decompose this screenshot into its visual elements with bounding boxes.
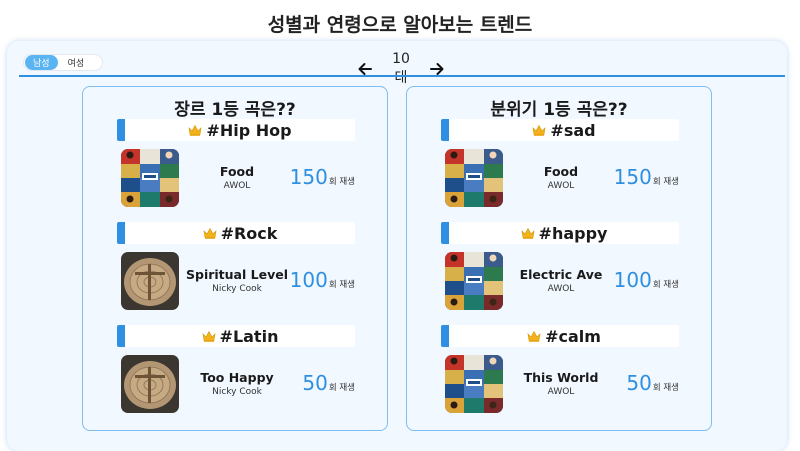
- song-title: This World: [523, 370, 599, 385]
- play-count: 100 회 재생: [290, 268, 355, 292]
- play-count-unit: 회 재생: [652, 177, 679, 187]
- play-count: 50 회 재생: [302, 371, 355, 395]
- crown-icon: [188, 124, 202, 136]
- gender-option-female[interactable]: 여성: [60, 55, 93, 70]
- crown-icon: [521, 227, 535, 239]
- play-count: 150 회 재생: [290, 165, 355, 189]
- genre-top-card: 장르 1등 곡은?? #Hip Hop Food AWOL 150 회 재생 #…: [82, 86, 388, 431]
- divider: [19, 75, 785, 77]
- album-cover: [121, 149, 179, 207]
- tag-label: #happy: [538, 223, 608, 243]
- song-title: Spiritual Level: [186, 267, 288, 282]
- tag-label: #Latin: [219, 326, 279, 346]
- song-title: Food: [219, 164, 255, 179]
- tag-bar: #Hip Hop: [117, 119, 355, 141]
- play-count-unit: 회 재생: [328, 383, 355, 393]
- tag-bar: #calm: [441, 325, 679, 347]
- song-artist: AWOL: [547, 181, 575, 191]
- play-count-unit: 회 재생: [652, 280, 679, 290]
- song-artist: AWOL: [547, 387, 575, 397]
- play-count-number: 50: [626, 371, 652, 395]
- play-count: 150 회 재생: [614, 165, 679, 189]
- song-artist: Nicky Cook: [212, 387, 262, 397]
- tag-label: #Hip Hop: [206, 120, 292, 140]
- age-label: 10대: [392, 51, 410, 86]
- song-title: Too Happy: [200, 370, 274, 385]
- tag-bar: #sad: [441, 119, 679, 141]
- album-cover: [445, 252, 503, 310]
- gender-option-male[interactable]: 남성: [25, 55, 58, 70]
- tag-bar: #Latin: [117, 325, 355, 347]
- song-title: Electric Ave: [519, 267, 603, 282]
- card-title: 장르 1등 곡은??: [174, 100, 296, 120]
- gender-toggle: 남성 여성: [23, 54, 104, 71]
- play-count: 100 회 재생: [614, 268, 679, 292]
- tag-label: #sad: [550, 120, 596, 140]
- album-cover: [121, 252, 179, 310]
- crown-icon: [202, 330, 216, 342]
- song-artist: AWOL: [223, 181, 251, 191]
- play-count-unit: 회 재생: [328, 177, 355, 187]
- tag-label: #calm: [545, 326, 601, 346]
- play-count: 50 회 재생: [626, 371, 679, 395]
- crown-icon: [203, 227, 217, 239]
- tag-bar: #Rock: [117, 222, 355, 244]
- play-count-unit: 회 재생: [652, 383, 679, 393]
- trend-panel: 남성 여성 10대 장르 1등 곡은?? #Hip Hop Food AWOL …: [7, 41, 787, 451]
- album-cover: [445, 149, 503, 207]
- song-artist: Nicky Cook: [212, 284, 262, 294]
- play-count-number: 150: [613, 165, 652, 189]
- play-count-number: 100: [289, 268, 328, 292]
- album-cover: [121, 355, 179, 413]
- song-title: Food: [543, 164, 579, 179]
- page-title: 성별과 연령으로 알아보는 트렌드: [267, 14, 533, 36]
- play-count-number: 150: [289, 165, 328, 189]
- album-cover: [445, 355, 503, 413]
- play-count-number: 100: [613, 268, 652, 292]
- tag-label: #Rock: [220, 223, 278, 243]
- card-title: 분위기 1등 곡은??: [490, 100, 628, 120]
- song-artist: AWOL: [547, 284, 575, 294]
- crown-icon: [527, 330, 541, 342]
- tag-bar: #happy: [441, 222, 679, 244]
- play-count-unit: 회 재생: [328, 280, 355, 290]
- crown-icon: [532, 124, 546, 136]
- mood-top-card: 분위기 1등 곡은?? #sad Food AWOL 150 회 재생 #hap…: [406, 86, 712, 431]
- play-count-number: 50: [302, 371, 328, 395]
- age-navigator: 10대: [357, 51, 445, 87]
